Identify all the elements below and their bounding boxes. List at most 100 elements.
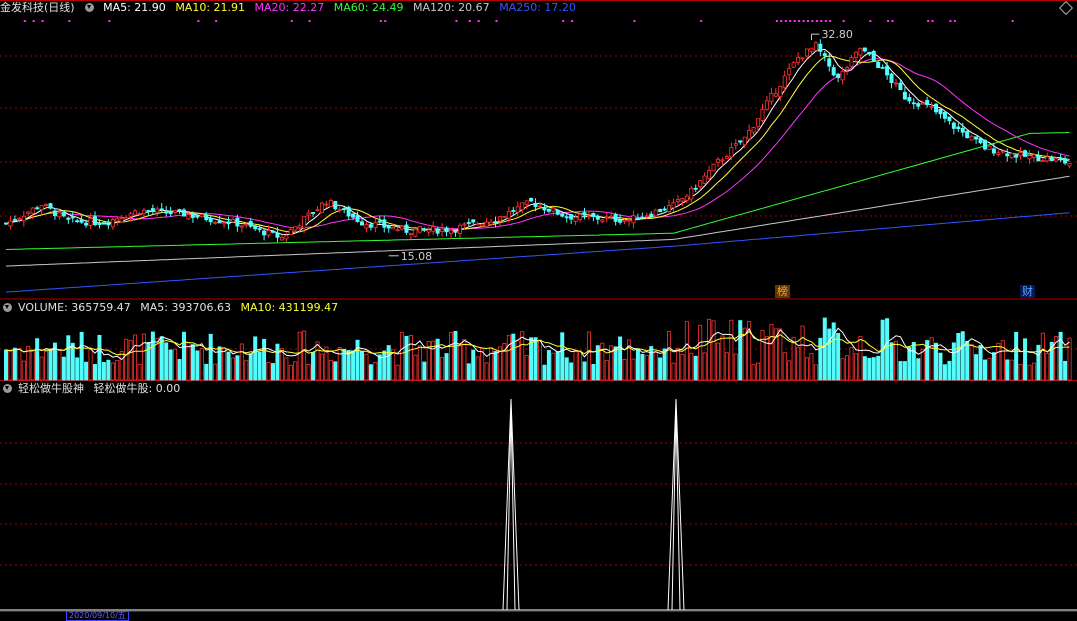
candle-body (195, 215, 200, 218)
candle-body (965, 130, 970, 139)
volume-bar (257, 351, 262, 381)
candle-body (1040, 160, 1045, 162)
signal-dot (887, 20, 890, 22)
candle-body (813, 42, 818, 51)
volume-bar (239, 343, 244, 381)
candle-body (951, 122, 956, 129)
candle-body (974, 136, 979, 140)
signal-dot (891, 20, 894, 22)
volume-bar (413, 354, 418, 381)
volume-bar (1045, 353, 1050, 381)
candle-body (738, 140, 743, 143)
candle-body (110, 218, 115, 228)
candle-body (426, 229, 431, 233)
volume-bar (974, 354, 979, 381)
volume-bar (956, 333, 961, 381)
volume-bar (822, 317, 827, 381)
volume-bar (315, 341, 320, 381)
candle-body (729, 147, 734, 158)
candle-body (133, 210, 138, 216)
candle-body (644, 215, 649, 218)
volume-bar (115, 360, 120, 381)
volume-bar (649, 346, 654, 381)
candle-body (333, 201, 338, 210)
candle-body (578, 213, 583, 220)
candle-body (960, 127, 965, 133)
candle-body (1014, 154, 1019, 158)
candle-body (448, 229, 453, 234)
candle-body (489, 221, 494, 225)
volume-bar (644, 355, 649, 381)
candle-body (934, 103, 939, 113)
signal-dot (784, 20, 787, 22)
volume-chart-panel[interactable]: VOLUME: 365759.47 MA5: 393706.63 MA10: 4… (0, 300, 1077, 381)
indicator-spike (671, 408, 681, 611)
volume-bar (876, 355, 881, 381)
volume-ma5: MA5: 393706.63 (140, 301, 231, 314)
candle-body (199, 213, 204, 218)
volume-bar (311, 352, 316, 381)
candle-body (1009, 153, 1014, 159)
volume-bar (542, 364, 547, 381)
candle-body (1067, 163, 1072, 167)
candle-body (382, 219, 387, 228)
candle-body (293, 226, 298, 231)
volume-bar (769, 323, 774, 381)
signal-dot (820, 20, 823, 22)
volume-bar (181, 331, 186, 381)
candle-body (480, 223, 485, 227)
volume-bar (93, 364, 98, 381)
candle-body (1031, 154, 1036, 158)
dropdown-icon[interactable] (3, 384, 12, 393)
volume-bar (578, 350, 583, 381)
candle-body (266, 229, 271, 236)
candle-body (867, 51, 872, 55)
candle-body (680, 198, 685, 202)
candle-body (845, 67, 850, 70)
dropdown-icon[interactable] (84, 3, 94, 12)
candle-body (168, 211, 173, 215)
volume-bar (983, 359, 988, 381)
candle-body (328, 200, 333, 207)
candle-body (181, 209, 186, 217)
ma5-label: MA5: 21.90 (103, 1, 166, 14)
candle-body (462, 223, 467, 226)
candle-body (440, 228, 445, 232)
volume-bar (440, 356, 445, 381)
indicator-chart[interactable] (0, 381, 1077, 618)
volume-bar (137, 363, 142, 381)
candle-body (57, 211, 62, 218)
volume-bar (39, 356, 44, 381)
candle-body (342, 208, 347, 210)
volume-bar (538, 339, 543, 381)
candle-body (591, 213, 596, 218)
volume-bar (894, 340, 899, 381)
volume-bar (391, 349, 396, 381)
volume-bar (1067, 337, 1072, 381)
volume-bar (662, 348, 667, 381)
volume-bar (457, 345, 462, 381)
volume-bar (190, 344, 195, 381)
ranking-marker[interactable]: 榜 (775, 285, 790, 298)
candle-body (529, 197, 534, 202)
candle-body (346, 206, 351, 217)
candle-body (586, 215, 591, 218)
price-chart[interactable]: 32.80 15.08 (0, 0, 1077, 300)
volume-bar (729, 319, 734, 381)
price-chart-panel[interactable]: 32.80 15.08 金发科技(日线) MA5: 21.90 MA10: 21.… (0, 0, 1077, 300)
dropdown-icon[interactable] (3, 303, 12, 312)
candle-body (4, 222, 9, 225)
signal-dot (789, 20, 792, 22)
candle-body (315, 209, 320, 212)
volume-bar (947, 360, 952, 381)
candle-body (840, 70, 845, 81)
volume-bar (400, 332, 405, 381)
indicator-panel[interactable]: 轻松做牛股神 轻松做牛股: 0.00 (0, 381, 1077, 618)
signal-dot (927, 20, 930, 22)
candle-body (707, 170, 712, 179)
candle-body (876, 62, 881, 68)
finance-marker[interactable]: 财 (1020, 285, 1035, 298)
candle-body (622, 219, 627, 222)
volume-bar (368, 364, 373, 381)
volume-bar (524, 355, 529, 381)
